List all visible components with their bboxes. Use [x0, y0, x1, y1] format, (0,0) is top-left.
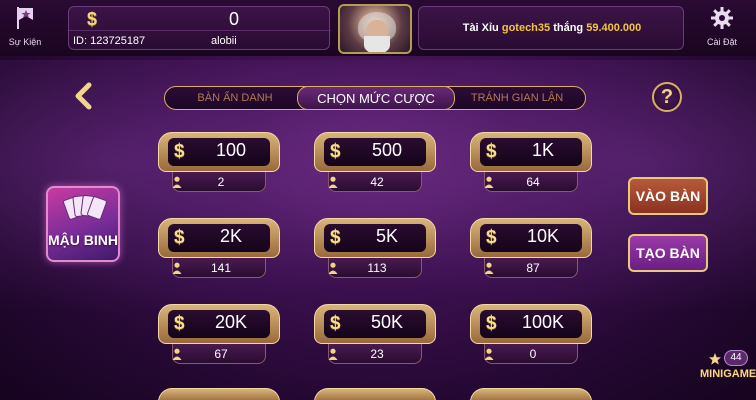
dollar-icon: $ [486, 227, 497, 248]
dollar-icon: $ [330, 313, 341, 334]
minigame-count-badge: 44 [724, 350, 748, 366]
person-icon [328, 262, 338, 274]
player-count: 87 [526, 261, 540, 275]
bet-tile[interactable]: $ 100K 0 [470, 304, 592, 366]
back-arrow-icon[interactable] [72, 82, 96, 110]
bet-amount: 100 [215, 140, 247, 160]
bet-amount: 10K [526, 226, 560, 246]
bet-tile-partial[interactable] [314, 388, 436, 400]
person-icon [484, 348, 494, 360]
player-count: 2 [217, 175, 225, 189]
avatar[interactable] [338, 4, 412, 54]
player-count: 113 [367, 261, 387, 275]
news-text: Tài Xỉu gotech35 thắng 59.400.000 [419, 22, 685, 34]
game-badge: MẬU BINH [46, 186, 120, 262]
create-table-button[interactable]: TẠO BÀN [628, 234, 708, 272]
settings-button[interactable]: Cài Đặt [702, 6, 742, 47]
dollar-icon: $ [174, 313, 185, 334]
user-panel: $ 0 ID: 123725187 alobii [68, 6, 331, 50]
username: alobii [211, 35, 237, 47]
events-label: Sự Kiện [8, 37, 42, 47]
player-count: 0 [529, 347, 537, 361]
bet-tile-partial[interactable] [470, 388, 592, 400]
news-word: thắng [553, 22, 584, 34]
events-button[interactable]: Sự Kiện [8, 6, 42, 47]
person-icon [328, 176, 338, 188]
person-icon [484, 262, 494, 274]
person-icon [172, 348, 182, 360]
help-button[interactable]: ? [652, 82, 682, 112]
win-news-ticker: Tài Xỉu gotech35 thắng 59.400.000 [418, 6, 684, 50]
bet-amount: 100K [521, 312, 565, 332]
news-user: gotech35 [501, 22, 551, 34]
minigame-label: MINIGAME [700, 368, 756, 380]
bet-tile[interactable]: $ 100 2 [158, 132, 280, 194]
tab-anti-cheat[interactable]: TRÁNH GIAN LẬN [457, 87, 577, 109]
dollar-icon: $ [174, 227, 185, 248]
player-count: 42 [370, 175, 384, 189]
user-id: ID: 123725187 [73, 35, 146, 47]
person-icon [328, 348, 338, 360]
game-name: MẬU BINH [48, 232, 118, 248]
person-icon [484, 176, 494, 188]
bet-amount: 2K [219, 226, 243, 246]
player-count: 67 [214, 347, 228, 361]
bet-amount: 500 [371, 140, 403, 160]
star-icon [709, 353, 721, 365]
bet-tile[interactable]: $ 20K 67 [158, 304, 280, 366]
bet-tile[interactable]: $ 10K 87 [470, 218, 592, 280]
avatar-beard [364, 36, 390, 52]
bet-tile[interactable]: $ 1K 64 [470, 132, 592, 194]
top-bar: Sự Kiện $ 0 ID: 123725187 alobii Tài Xỉu… [0, 0, 756, 56]
bet-tile[interactable]: $ 500 42 [314, 132, 436, 194]
news-amount: 59.400.000 [586, 22, 642, 34]
dollar-icon: $ [486, 313, 497, 334]
dollar-icon: $ [486, 141, 497, 162]
player-count: 64 [526, 175, 540, 189]
dollar-icon: $ [330, 141, 341, 162]
tab-anonymous-table[interactable]: BÀN ẨN DANH [175, 87, 295, 109]
balance-row: $ 0 [69, 7, 331, 31]
person-icon [172, 262, 182, 274]
cards-icon [63, 194, 107, 220]
bet-amount: 1K [531, 140, 555, 160]
balance-value: 0 [229, 9, 240, 29]
bet-amount: 5K [375, 226, 399, 246]
news-game: Tài Xỉu [462, 22, 499, 34]
bet-amount: 20K [214, 312, 248, 332]
player-count: 141 [210, 261, 232, 275]
dollar-icon: $ [174, 141, 185, 162]
settings-label: Cài Đặt [706, 37, 737, 47]
tab-choose-bet[interactable]: CHỌN MỨC CƯỢC [297, 86, 455, 110]
bet-tile[interactable]: $ 50K 23 [314, 304, 436, 366]
player-count: 23 [370, 347, 384, 361]
join-table-button[interactable]: VÀO BÀN [628, 177, 708, 215]
bet-amount: 50K [370, 312, 404, 332]
coin-icon: $ [87, 9, 98, 29]
flag-icon [17, 7, 33, 29]
tab-bar: BÀN ẨN DANH CHỌN MỨC CƯỢC TRÁNH GIAN LẬN [164, 86, 586, 110]
bet-tile-partial[interactable] [158, 388, 280, 400]
dollar-icon: $ [330, 227, 341, 248]
bet-tile[interactable]: $ 5K 113 [314, 218, 436, 280]
person-icon [172, 176, 182, 188]
gear-icon [711, 7, 733, 29]
minigame-button[interactable]: 44 MINIGAME [700, 350, 756, 396]
bet-tile[interactable]: $ 2K 141 [158, 218, 280, 280]
